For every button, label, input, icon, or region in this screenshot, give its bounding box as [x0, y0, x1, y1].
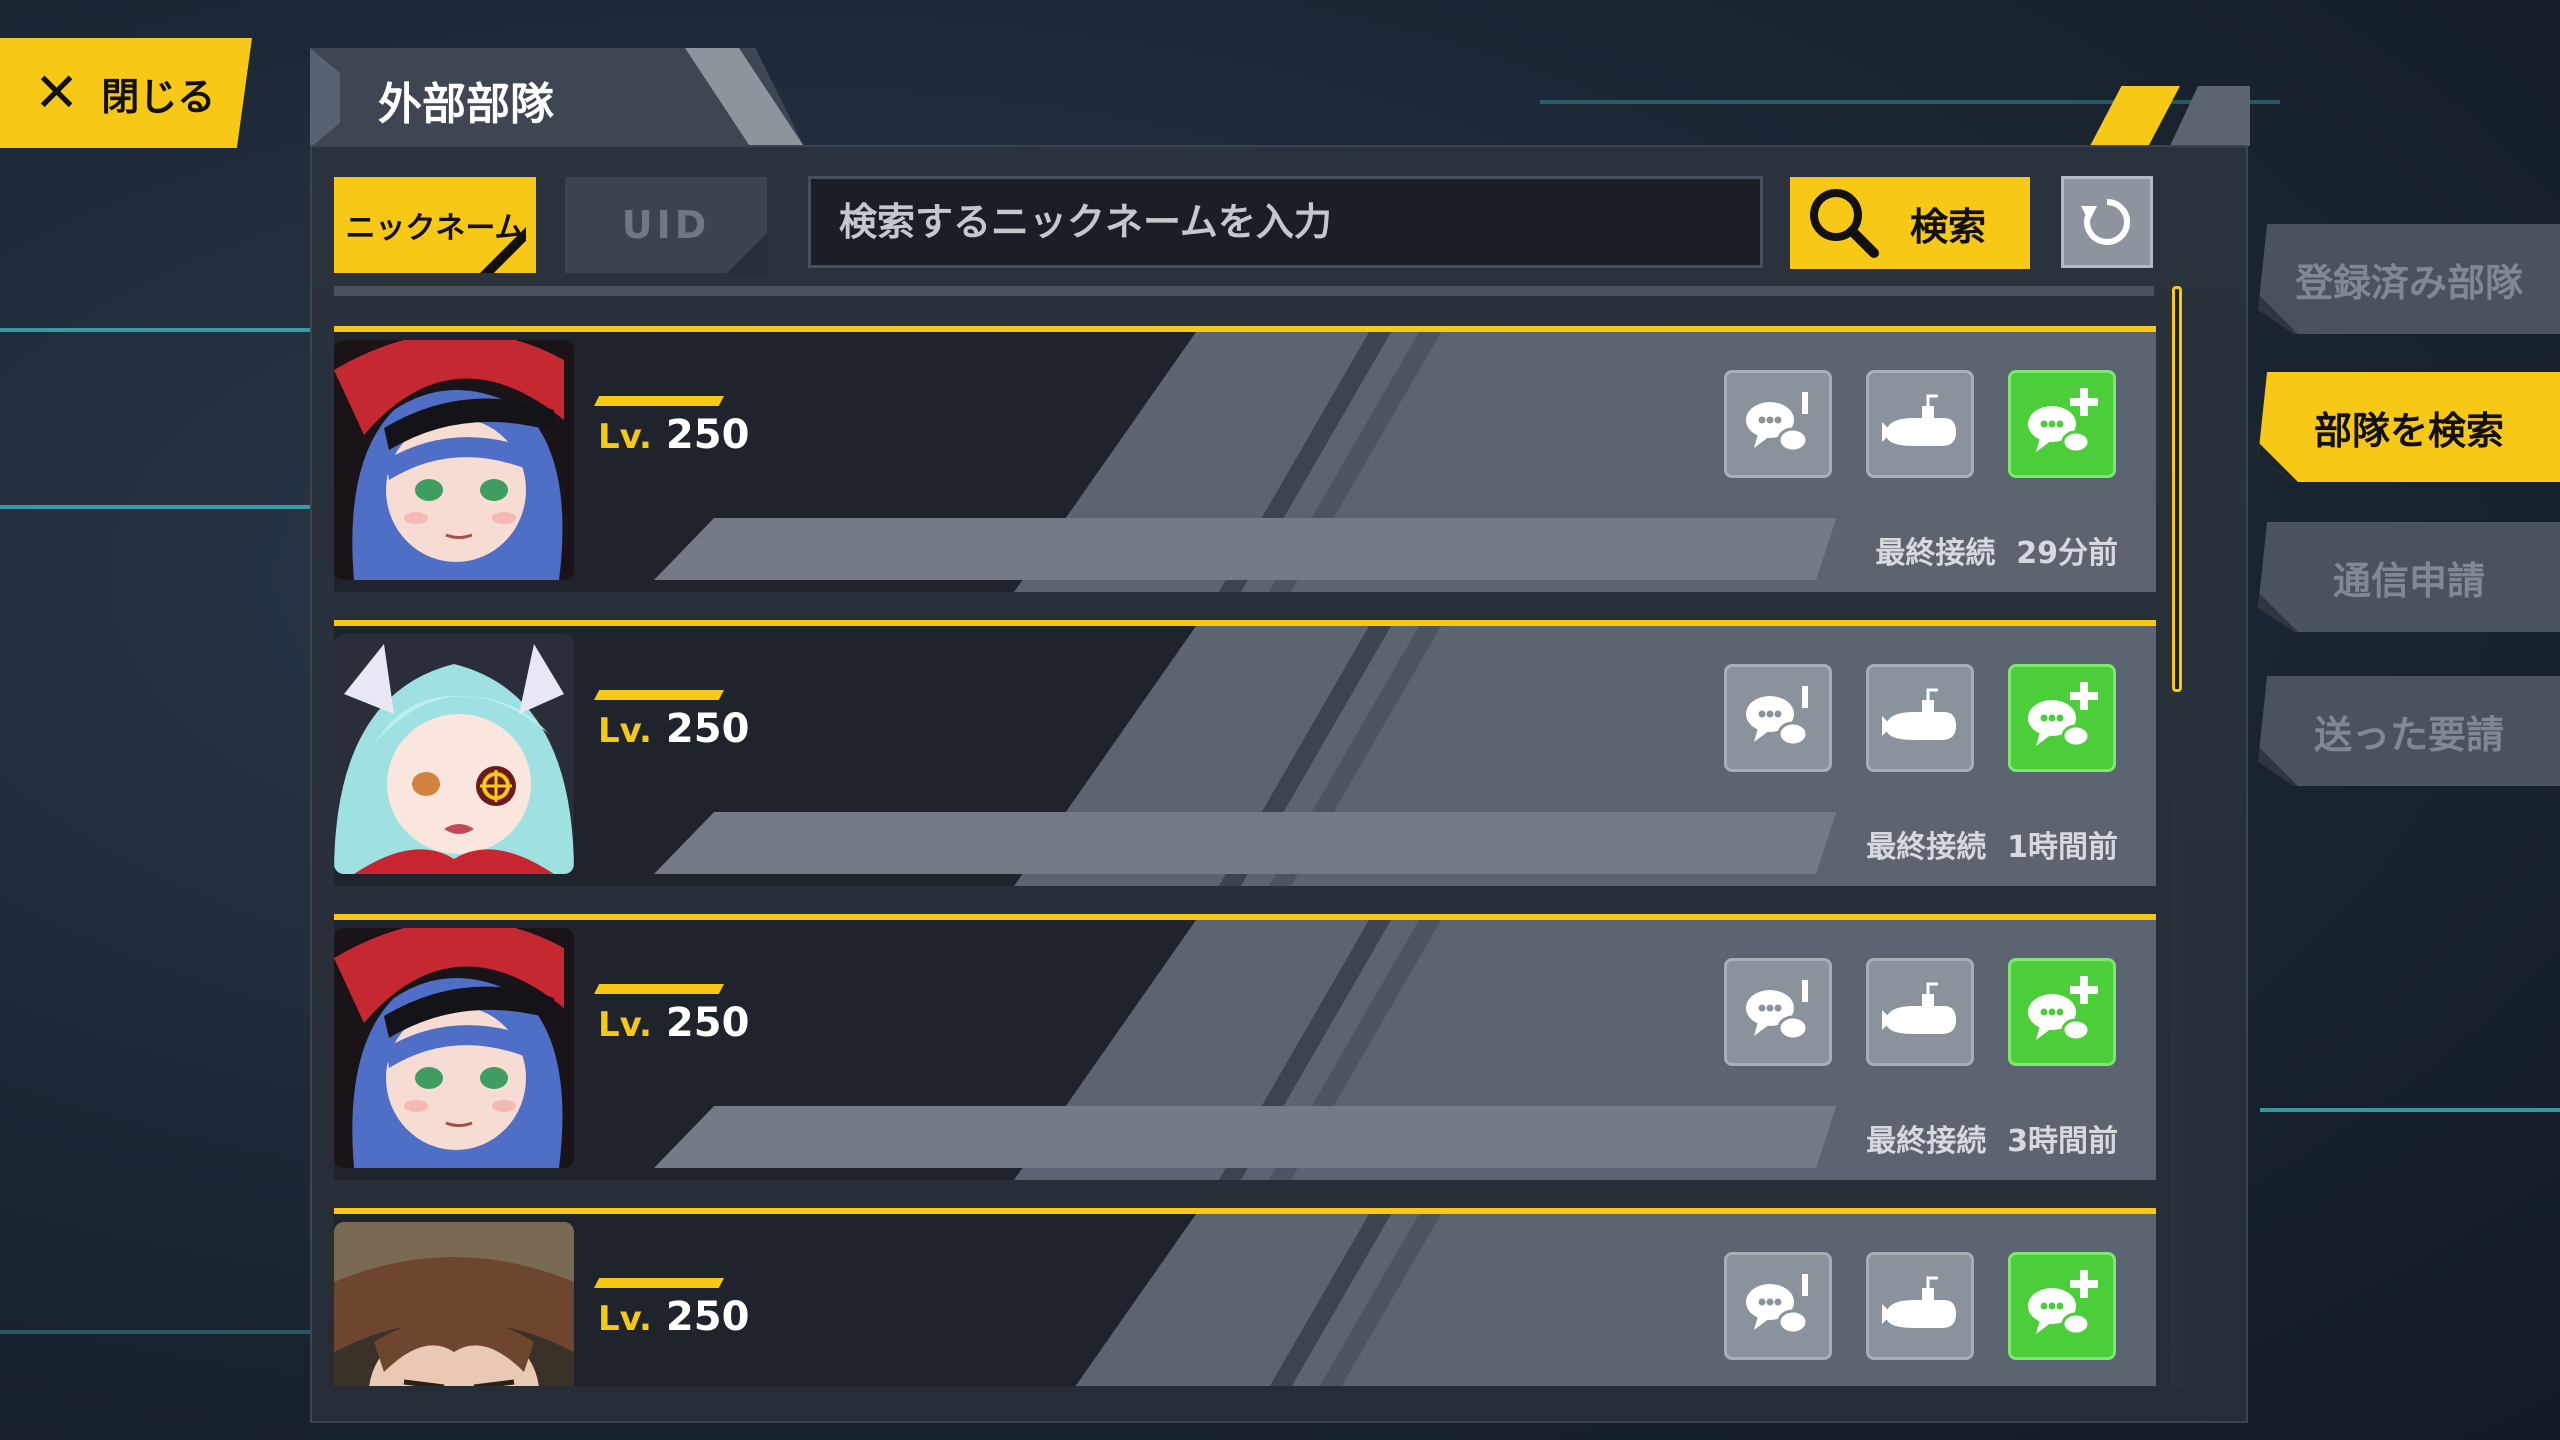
submarine-button[interactable]: [1866, 958, 1974, 1066]
unit-row[interactable]: Lv. 250: [334, 326, 2156, 592]
commander-avatar[interactable]: [334, 1222, 574, 1386]
level-text: Lv. 250: [598, 1000, 750, 1046]
submarine-icon: [1882, 394, 1956, 446]
bg-line: [0, 1330, 330, 1334]
submarine-icon: [1882, 688, 1956, 740]
tab-label: 部隊を検索: [2313, 408, 2504, 453]
commander-avatar[interactable]: [334, 634, 574, 874]
close-button-label: 閉じる: [101, 74, 216, 119]
search-icon: [1810, 189, 1879, 258]
last-login-text: 最終接続 1時間前: [1866, 830, 2118, 865]
tab-search-units[interactable]: 部隊を検索: [2258, 372, 2560, 482]
nickname-search-input[interactable]: [808, 176, 1763, 268]
chat-info-button[interactable]: [1724, 370, 1832, 478]
bg-line: [0, 328, 330, 332]
add-friend-button[interactable]: [2008, 370, 2116, 478]
add-friend-chat-icon: [2028, 976, 2098, 1042]
tab-communication-requests[interactable]: 通信申請: [2258, 522, 2560, 632]
last-login-text: 最終接続 29分前: [1875, 536, 2118, 571]
add-friend-button[interactable]: [2008, 664, 2116, 772]
search-button[interactable]: 検索: [1790, 177, 2030, 269]
refresh-icon: [2081, 198, 2131, 245]
chat-info-icon: [1746, 686, 1809, 747]
chat-info-button[interactable]: [1724, 664, 1832, 772]
panel-title: 外部部隊: [378, 79, 554, 130]
add-friend-button[interactable]: [2008, 1252, 2116, 1360]
add-friend-chat-icon: [2028, 1270, 2098, 1336]
unit-row[interactable]: Lv. 250: [334, 620, 2156, 886]
submarine-icon: [1882, 1276, 1956, 1328]
bg-line: [0, 505, 330, 509]
chat-info-icon: [1746, 1274, 1809, 1335]
bg-line: [2260, 1108, 2560, 1112]
chat-info-button[interactable]: [1724, 1252, 1832, 1360]
submarine-icon: [1882, 982, 1956, 1034]
nickname-mode-label: ニックネーム: [345, 211, 525, 246]
header-accent: [2090, 86, 2180, 146]
list-scrollbar-thumb[interactable]: [2172, 286, 2182, 692]
level-text: Lv. 250: [598, 412, 750, 458]
add-friend-chat-icon: [2028, 388, 2098, 454]
level-text: Lv. 250: [598, 1294, 750, 1340]
header-accent: [2170, 86, 2250, 146]
search-button-label: 検索: [1910, 204, 1987, 249]
uid-mode-label: UID: [621, 203, 711, 247]
last-login-text: 最終接続 3時間前: [1866, 1124, 2118, 1159]
close-button[interactable]: ✕ 閉じる: [0, 38, 252, 148]
tab-sent-requests[interactable]: 送った要請: [2258, 676, 2560, 786]
commander-avatar[interactable]: [334, 928, 574, 1168]
unit-row[interactable]: Lv. 250: [334, 914, 2156, 1180]
submarine-button[interactable]: [1866, 370, 1974, 478]
tab-label: 通信申請: [2332, 558, 2485, 603]
chat-info-icon: [1746, 980, 1809, 1041]
unit-row[interactable]: Lv. 250: [334, 1208, 2156, 1386]
close-x-icon: ✕: [34, 61, 80, 124]
refresh-button[interactable]: [2061, 176, 2153, 268]
chat-info-button[interactable]: [1724, 958, 1832, 1066]
search-divider: [334, 286, 2154, 296]
commander-avatar[interactable]: [334, 340, 574, 580]
submarine-button[interactable]: [1866, 664, 1974, 772]
add-friend-button[interactable]: [2008, 958, 2116, 1066]
tab-label: 送った要請: [2313, 712, 2504, 757]
submarine-button[interactable]: [1866, 1252, 1974, 1360]
nickname-mode-button[interactable]: ニックネーム: [334, 177, 536, 273]
tab-registered-units[interactable]: 登録済み部隊: [2258, 224, 2560, 334]
uid-mode-button[interactable]: UID: [565, 177, 767, 273]
level-text: Lv. 250: [598, 706, 750, 752]
add-friend-chat-icon: [2028, 682, 2098, 748]
chat-info-icon: [1746, 392, 1809, 453]
tab-label: 登録済み部隊: [2294, 260, 2523, 305]
unit-list: Lv. 250 最終接続 29分前 Lv. 250 最終接続 1時間前 Lv. …: [334, 326, 2156, 1386]
